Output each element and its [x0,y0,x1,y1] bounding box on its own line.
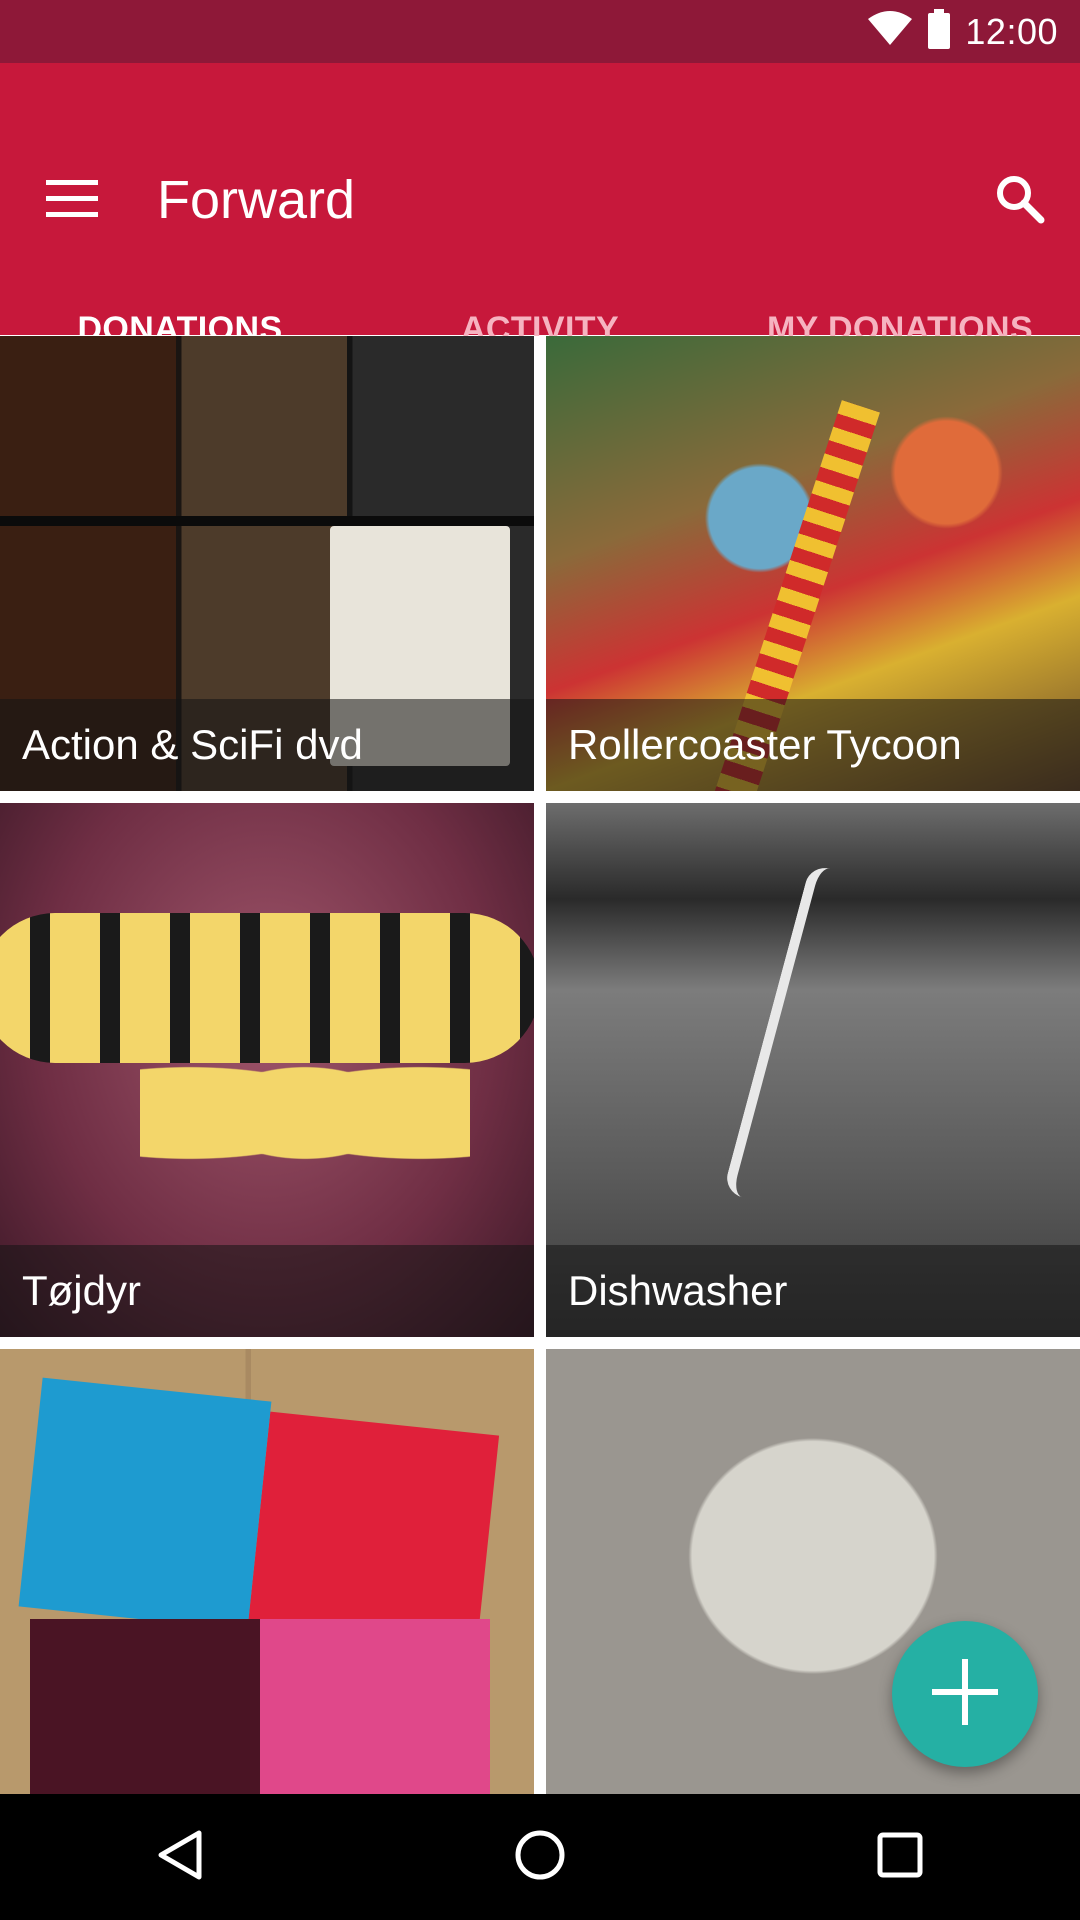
home-icon [514,1829,566,1886]
app-title: Forward [157,170,356,230]
add-donation-button[interactable] [892,1621,1038,1767]
donation-image [0,1349,534,1794]
back-button[interactable] [135,1812,225,1902]
status-time: 12:00 [965,10,1058,52]
battery-icon [927,9,951,54]
back-icon [157,1829,203,1886]
status-icons: 12:00 [867,0,1058,63]
search-icon [995,174,1045,229]
donation-tile-dishwasher[interactable]: Dishwasher [546,803,1080,1337]
menu-icon [46,179,98,223]
home-button[interactable] [495,1812,585,1902]
donation-tile-rollercoaster-tycoon[interactable]: Rollercoaster Tycoon [546,336,1080,791]
donation-tile-action-scifi-dvd[interactable]: Action & SciFi dvd [0,336,534,791]
navigation-bar [0,1794,1080,1920]
donation-title: Action & SciFi dvd [22,721,363,768]
donation-title: Dishwasher [568,1267,788,1314]
plus-icon [932,1658,998,1730]
search-button[interactable] [982,163,1058,239]
donations-grid: Action & SciFi dvd Rollercoaster Tycoon … [0,336,1080,1794]
recents-button[interactable] [855,1812,945,1902]
donation-tile-tojdyr[interactable]: Tøjdyr [0,803,534,1337]
donation-title: Tøjdyr [22,1267,141,1314]
app-bar: Forward DONATIONS ACTIVITY MY DONATIONS [0,63,1080,399]
donation-tile-pillows[interactable] [0,1349,534,1794]
recents-icon [877,1832,923,1883]
menu-button[interactable] [34,163,110,239]
status-bar: 12:00 [0,0,1080,63]
wifi-icon [867,11,913,52]
donation-title: Rollercoaster Tycoon [568,721,962,768]
